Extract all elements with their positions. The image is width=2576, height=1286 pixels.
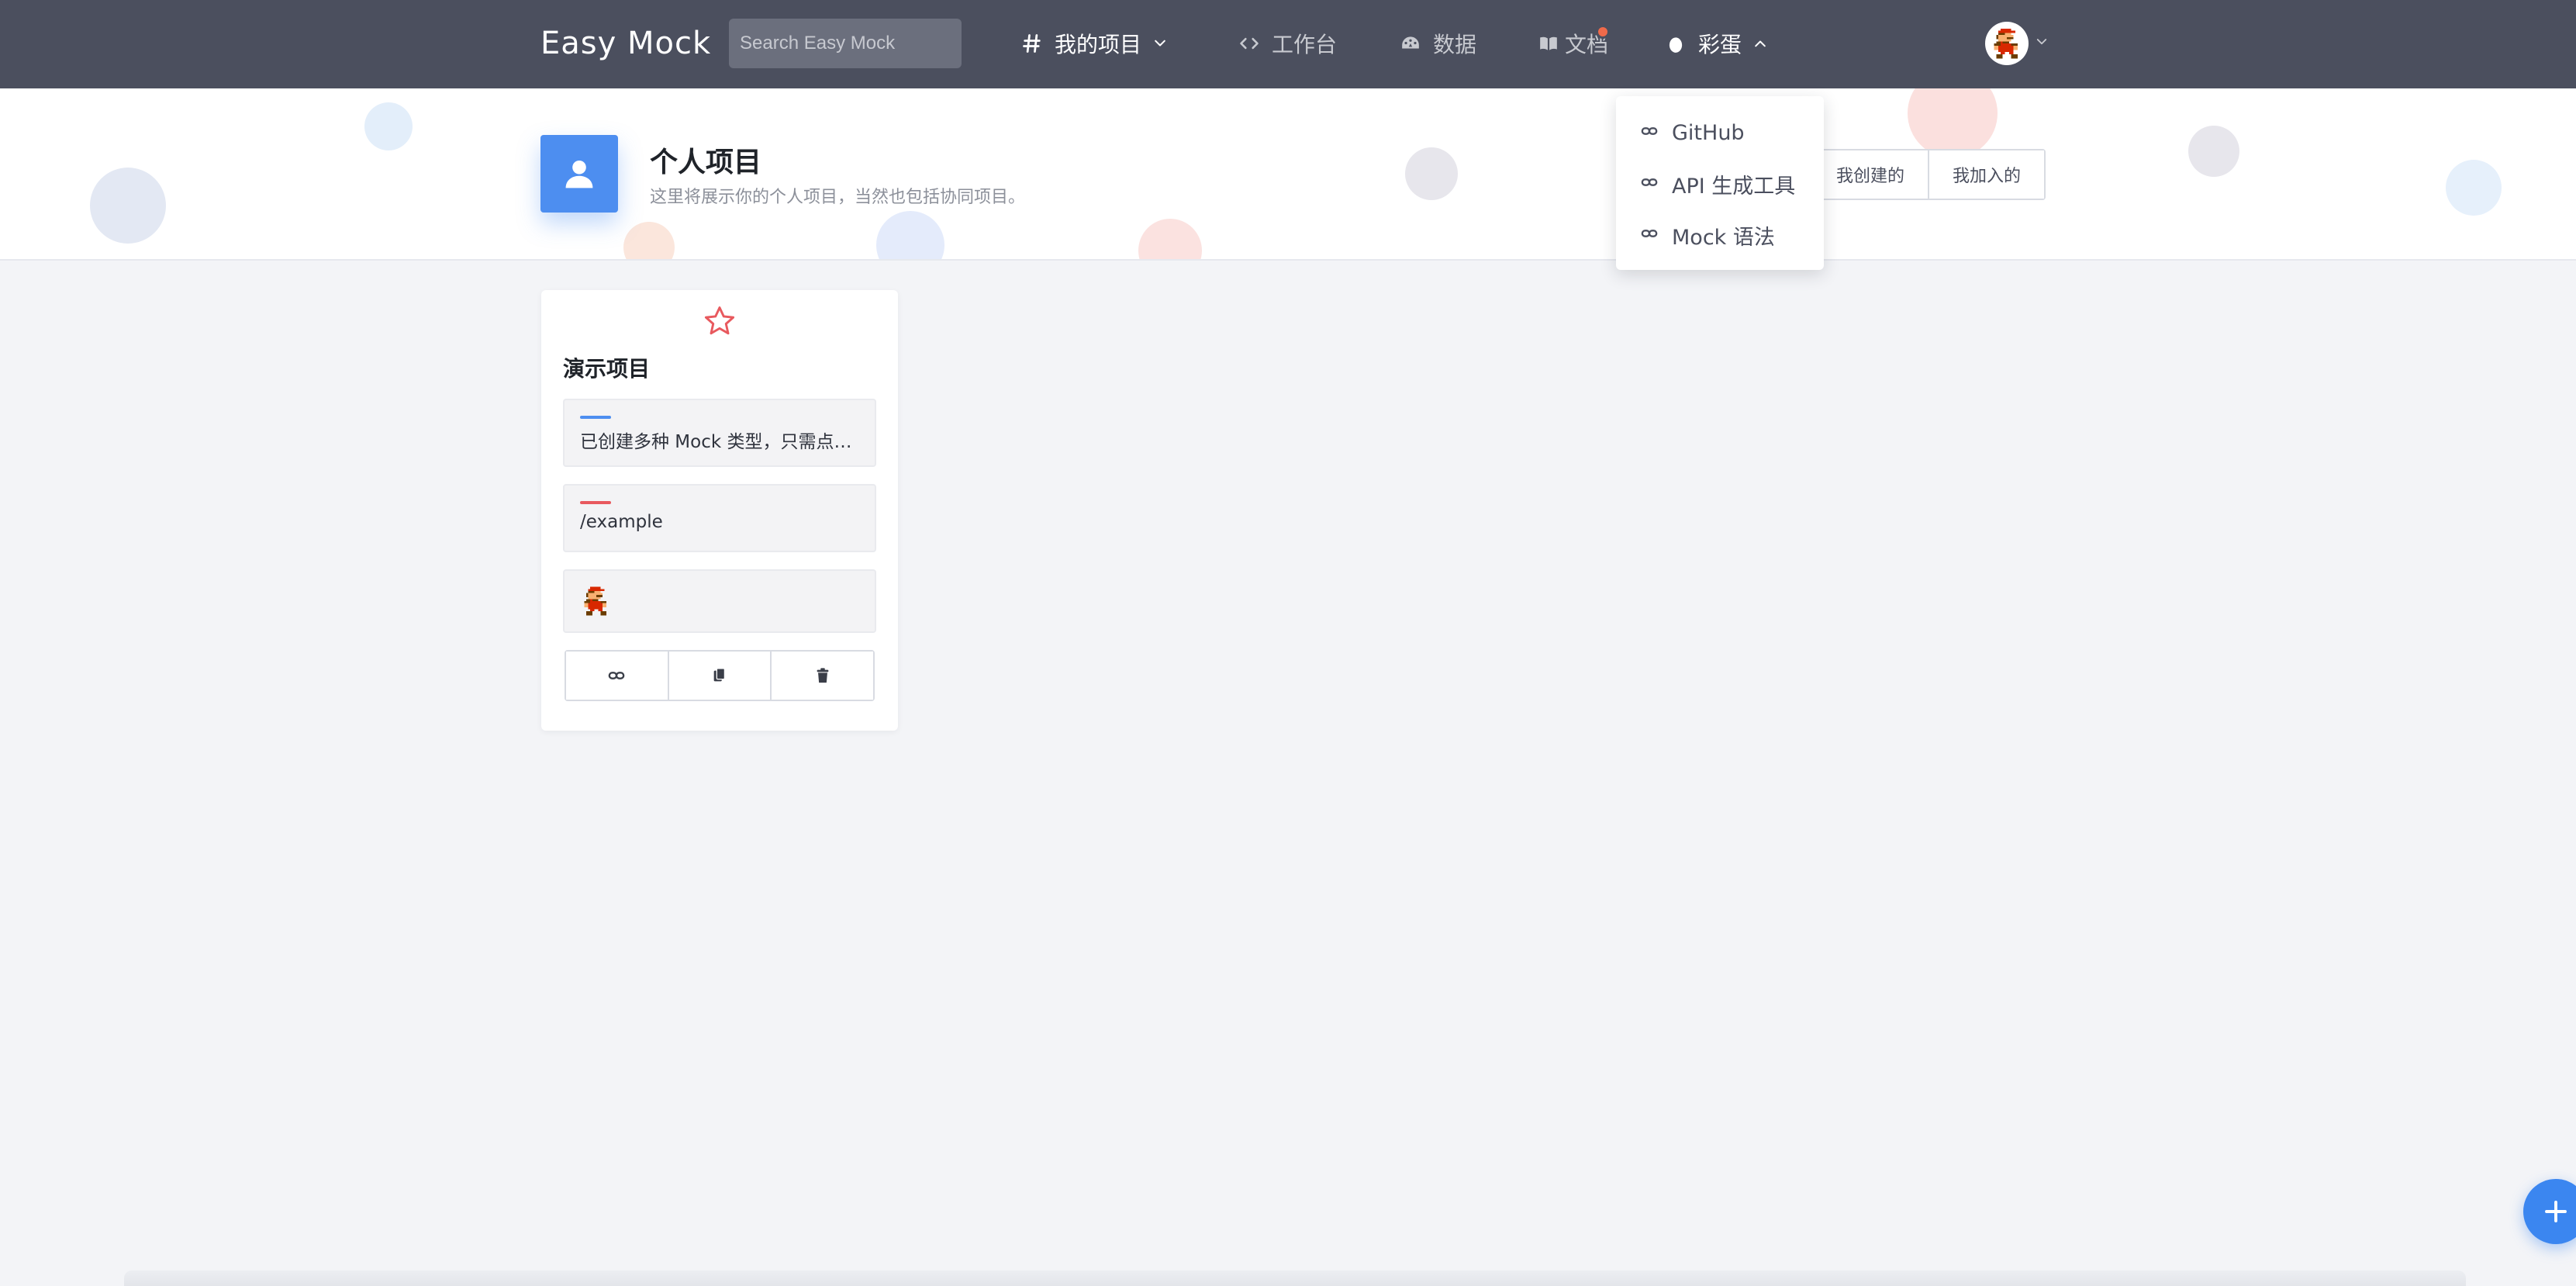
nav-easter-egg[interactable]: 彩蛋 xyxy=(1664,23,1768,64)
link-icon xyxy=(1641,223,1658,247)
dropdown-item-label: GitHub xyxy=(1672,120,1745,145)
decorative-bubble xyxy=(90,168,166,244)
personal-projects-icon xyxy=(540,135,618,213)
member-avatar-icon xyxy=(584,586,607,616)
decorative-bubble xyxy=(364,102,413,150)
delete-project-button[interactable] xyxy=(770,652,874,700)
dropdown-item-mock-syntax[interactable]: Mock 语法 xyxy=(1616,209,1824,261)
copy-icon xyxy=(713,668,726,682)
trash-icon xyxy=(817,668,829,683)
bottom-strip xyxy=(124,1270,2466,1286)
page-title: 个人项目 xyxy=(650,147,762,178)
nav-easter-egg-label: 彩蛋 xyxy=(1698,32,1742,57)
app-logo[interactable]: Easy Mock xyxy=(540,20,711,67)
decorative-bubble xyxy=(623,222,675,259)
project-description: 已创建多种 Mock 类型，只需点击预览便可查看效果。 xyxy=(580,432,864,452)
user-menu[interactable] xyxy=(1985,22,2049,65)
clone-project-button[interactable] xyxy=(667,652,771,700)
link-icon xyxy=(1641,172,1658,196)
create-project-button[interactable] xyxy=(2523,1179,2576,1244)
accent-bar xyxy=(580,501,611,504)
project-description-field: 已创建多种 Mock 类型，只需点击预览便可查看效果。 xyxy=(563,399,876,467)
project-url-field: /example xyxy=(563,484,876,552)
dropdown-item-label: Mock 语法 xyxy=(1672,225,1775,250)
avatar xyxy=(1985,22,2029,65)
decorative-bubble xyxy=(1908,88,1998,158)
filter-created-by-me-button[interactable]: 我创建的 xyxy=(1813,150,1929,199)
nav-my-projects[interactable]: 我的项目 xyxy=(1020,23,1168,64)
decorative-bubble xyxy=(1138,219,1202,259)
chevron-down-icon xyxy=(1152,36,1168,51)
egg-icon xyxy=(1664,32,1687,55)
project-name: 演示项目 xyxy=(563,356,651,382)
decorative-bubble xyxy=(1405,147,1458,200)
project-actions xyxy=(565,650,875,701)
top-navbar: Easy Mock 我的项目 工作台 数据 xyxy=(0,0,2576,88)
copy-link-button[interactable] xyxy=(566,652,668,700)
accent-bar xyxy=(580,416,611,419)
page-subtitle: 这里将展示你的个人项目，当然也包括协同项目。 xyxy=(650,188,1026,207)
decorative-bubble xyxy=(2446,160,2502,216)
project-filter-group: 我创建的 我加入的 xyxy=(1811,149,2046,200)
easter-egg-dropdown: GitHub API 生成工具 Mock 语法 xyxy=(1616,96,1824,270)
dropdown-item-label: API 生成工具 xyxy=(1672,174,1796,199)
nav-my-projects-label: 我的项目 xyxy=(1055,32,1142,57)
page-header xyxy=(0,88,2576,261)
project-members-field xyxy=(563,569,876,633)
nav-data[interactable]: 数据 xyxy=(1399,23,1476,64)
decorative-bubble xyxy=(876,211,944,259)
project-card[interactable]: 演示项目 已创建多种 Mock 类型，只需点击预览便可查看效果。 /exampl… xyxy=(541,290,898,731)
decorative-bubble xyxy=(2188,126,2239,177)
dropdown-item-github[interactable]: GitHub xyxy=(1616,107,1824,158)
mario-avatar-icon xyxy=(1994,28,2018,59)
search-input[interactable] xyxy=(729,19,962,68)
nav-workbench-label: 工作台 xyxy=(1272,32,1338,57)
chevron-down-icon xyxy=(2035,35,2049,52)
notification-dot xyxy=(1596,25,1610,39)
link-icon xyxy=(1641,121,1658,145)
link-icon xyxy=(608,672,625,679)
user-icon xyxy=(565,160,593,188)
code-icon xyxy=(1238,32,1261,55)
plus-icon xyxy=(2545,1201,2567,1222)
dropdown-item-api-generator[interactable]: API 生成工具 xyxy=(1616,158,1824,209)
dashboard-icon xyxy=(1399,32,1422,55)
filter-joined-button[interactable]: 我加入的 xyxy=(1928,150,2045,199)
nav-data-label: 数据 xyxy=(1433,32,1477,57)
book-icon xyxy=(1537,32,1560,55)
chevron-up-icon xyxy=(1752,36,1768,51)
star-icon[interactable] xyxy=(703,304,737,338)
nav-workbench[interactable]: 工作台 xyxy=(1238,23,1337,64)
project-url: /example xyxy=(580,512,663,532)
hash-icon xyxy=(1020,32,1044,55)
